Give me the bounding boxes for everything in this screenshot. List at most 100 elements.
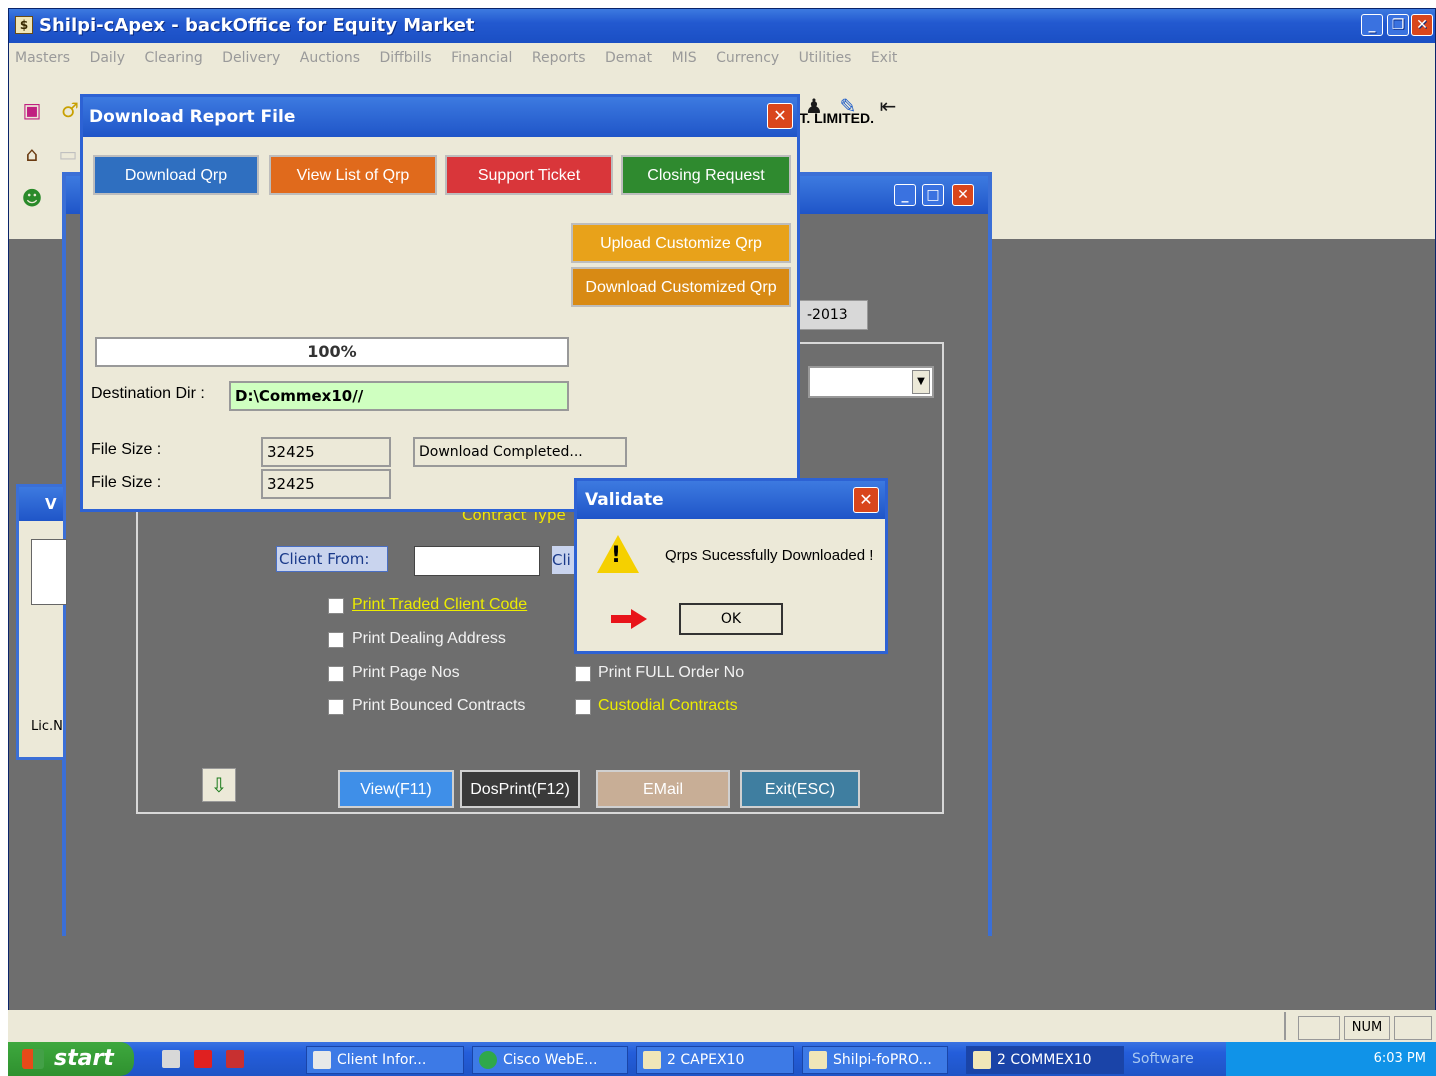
file-size-field-1: 32425	[261, 437, 391, 467]
download-report-dialog: Download Report File ✕ Download Qrp View…	[80, 94, 800, 512]
menu-financial[interactable]: Financial	[451, 50, 512, 66]
support-ticket-button[interactable]: Support Ticket	[445, 155, 613, 195]
print-bounced-contracts-label: Print Bounced Contracts	[352, 697, 526, 714]
status-cell-empty-2	[1394, 1016, 1432, 1040]
clock: 6:03 PM	[1373, 1051, 1426, 1066]
print-traded-client-code-checkbox[interactable]	[328, 598, 344, 614]
custodial-contracts-checkbox[interactable]	[575, 699, 591, 715]
software-toolbar-label[interactable]: Software	[1132, 1042, 1194, 1076]
download-qrp-button[interactable]: Download Qrp	[93, 155, 259, 195]
menu-utilities[interactable]: Utilities	[799, 50, 852, 66]
start-button[interactable]: start	[8, 1042, 134, 1076]
red-arrow-icon	[611, 609, 647, 629]
dosprint-button[interactable]: DosPrint(F12)	[460, 770, 580, 808]
task-commex10[interactable]: 2 COMMEX10	[966, 1046, 1124, 1074]
file-size-field-2: 32425	[261, 469, 391, 499]
restore-icon[interactable]: ❐	[1387, 14, 1409, 36]
print-traded-client-code-label[interactable]: Print Traded Client Code	[352, 596, 527, 614]
app-logo-icon: $	[15, 16, 33, 34]
destination-dir-label: Destination Dir :	[91, 385, 205, 402]
closing-request-button[interactable]: Closing Request	[621, 155, 791, 195]
print-full-order-no-checkbox[interactable]	[575, 666, 591, 682]
validate-dialog: Validate ✕ ! Qrps Sucessfully Downloaded…	[574, 478, 888, 654]
task-label: 2 CAPEX10	[667, 1052, 745, 1068]
file-size-label-1: File Size :	[91, 441, 162, 458]
main-title-bar: $ Shilpi-cApex - backOffice for Equity M…	[9, 9, 1435, 43]
destination-dir-input[interactable]: D:\Commex10//	[229, 381, 569, 411]
task-label: Client Infor...	[337, 1052, 427, 1068]
upload-customize-qrp-button[interactable]: Upload Customize Qrp	[571, 223, 791, 263]
client-from-input[interactable]	[414, 546, 540, 576]
download-dialog-title: Download Report File	[83, 97, 797, 137]
validate-dialog-title: Validate	[577, 481, 885, 519]
menu-delivery[interactable]: Delivery	[222, 50, 280, 66]
menu-clearing[interactable]: Clearing	[144, 50, 202, 66]
minimize-icon[interactable]: _	[1361, 14, 1383, 36]
download-dialog-close-icon[interactable]: ✕	[767, 103, 793, 129]
task-cisco-webex[interactable]: Cisco WebE...	[472, 1046, 628, 1074]
folder-icon[interactable]: ▭	[55, 141, 81, 167]
print-page-nos-checkbox[interactable]	[328, 666, 344, 682]
client-from-label: Client From:	[276, 546, 388, 572]
windows-flag-icon	[22, 1049, 44, 1069]
print-bounced-contracts-checkbox[interactable]	[328, 699, 344, 715]
print-full-order-no-label: Print FULL Order No	[598, 664, 745, 681]
print-dealing-address-checkbox[interactable]	[328, 632, 344, 648]
menu-reports[interactable]: Reports	[532, 50, 586, 66]
print-dealing-address-label: Print Dealing Address	[352, 630, 506, 647]
status-cell-empty	[1298, 1016, 1340, 1040]
menu-exit[interactable]: Exit	[871, 50, 898, 66]
child-minimize-icon[interactable]: _	[894, 184, 916, 206]
menu-auctions[interactable]: Auctions	[300, 50, 360, 66]
file-size-label-2: File Size :	[91, 474, 162, 491]
menu-daily[interactable]: Daily	[90, 50, 125, 66]
chevron-down-icon[interactable]: ▼	[912, 370, 930, 394]
cisco-globe-icon	[479, 1051, 497, 1069]
validate-dialog-close-icon[interactable]: ✕	[853, 487, 879, 513]
system-tray: 6:03 PM	[1226, 1042, 1436, 1076]
side-window-box	[31, 539, 67, 605]
menu-masters[interactable]: Masters	[15, 50, 70, 66]
menu-bar: Masters Daily Clearing Delivery Auctions…	[9, 43, 1435, 73]
contract-combo[interactable]: ▼	[808, 366, 934, 398]
email-button[interactable]: EMail	[596, 770, 730, 808]
company-name-text: VT. LIMITED.	[790, 110, 874, 126]
num-lock-indicator: NUM	[1344, 1016, 1390, 1040]
side-window-title: V	[19, 487, 63, 521]
task-shilpi-fopro[interactable]: Shilpi-foPRO...	[802, 1046, 948, 1074]
close-icon[interactable]: ✕	[1411, 14, 1433, 36]
task-client-info[interactable]: Client Infor...	[306, 1046, 464, 1074]
report-icon[interactable]: ▣	[19, 97, 45, 123]
user-icon[interactable]: ☻	[19, 185, 45, 211]
menu-demat[interactable]: Demat	[605, 50, 652, 66]
validate-message: Qrps Sucessfully Downloaded !	[665, 547, 874, 564]
side-window-lic-label: Lic.N	[31, 719, 63, 734]
date-field[interactable]: -2013	[798, 300, 868, 330]
task-capex10[interactable]: 2 CAPEX10	[636, 1046, 794, 1074]
ok-button[interactable]: OK	[679, 603, 783, 635]
exit-button[interactable]: Exit(ESC)	[740, 770, 860, 808]
task-label: Shilpi-foPRO...	[833, 1052, 932, 1068]
quicklaunch-ie-icon[interactable]	[162, 1050, 180, 1068]
exit-door-icon[interactable]: ⇤	[875, 93, 901, 119]
export-icon[interactable]: ⇩	[202, 768, 236, 802]
main-window-title: Shilpi-cApex - backOffice for Equity Mar…	[39, 15, 475, 36]
status-bar: NUM	[8, 1010, 1436, 1042]
task-window-icon	[313, 1051, 331, 1069]
view-list-of-qrp-button[interactable]: View List of Qrp	[269, 155, 437, 195]
box-icon[interactable]: ⌂	[19, 141, 45, 167]
menu-currency[interactable]: Currency	[716, 50, 779, 66]
taskbar: start Client Infor... Cisco WebE... 2 CA…	[8, 1042, 1436, 1076]
menu-diffbills[interactable]: Diffbills	[379, 50, 431, 66]
view-button[interactable]: View(F11)	[338, 770, 454, 808]
quicklaunch-red-icon[interactable]	[194, 1050, 212, 1068]
quicklaunch-doc-icon[interactable]	[226, 1050, 244, 1068]
status-divider	[1284, 1012, 1286, 1040]
download-customized-qrp-button[interactable]: Download Customized Qrp	[571, 267, 791, 307]
menu-mis[interactable]: MIS	[672, 50, 697, 66]
child-maximize-icon[interactable]: □	[922, 184, 944, 206]
download-status-field: Download Completed...	[413, 437, 627, 467]
side-window: V Lic.N	[16, 484, 67, 760]
task-label: Cisco WebE...	[503, 1052, 598, 1068]
child-close-icon[interactable]: ✕	[952, 184, 974, 206]
